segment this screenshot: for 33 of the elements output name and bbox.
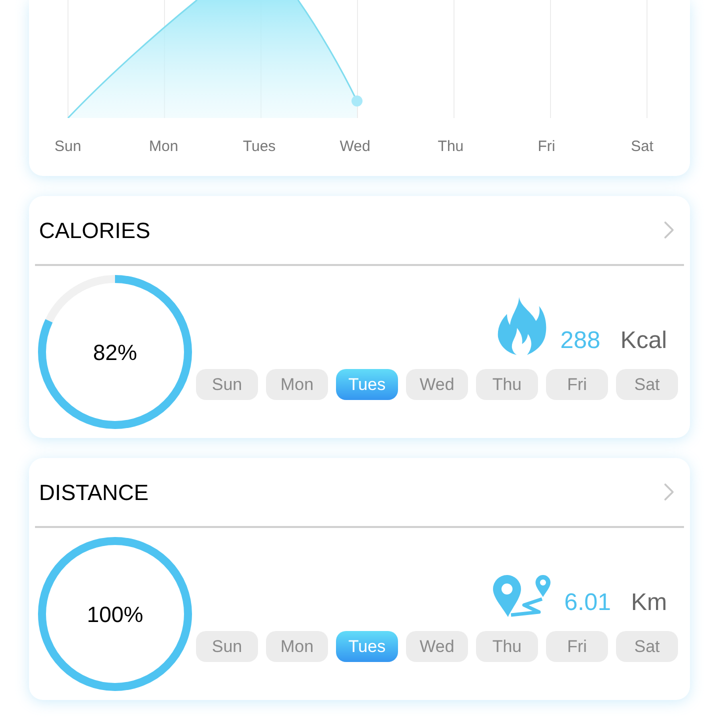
day-label: Sat	[630, 137, 654, 157]
day-button[interactable]: Fri	[546, 369, 608, 400]
data-point	[352, 96, 362, 106]
map-route-icon	[493, 575, 552, 617]
card-title: CALORIES	[39, 216, 150, 244]
day-button[interactable]: Wed	[406, 369, 468, 400]
day-button[interactable]: Tues	[336, 631, 398, 662]
day-button[interactable]: Mon	[266, 631, 328, 662]
day-label: Thu	[438, 137, 464, 157]
flame-icon	[497, 297, 548, 355]
day-label: Sun	[54, 137, 82, 157]
day-button[interactable]: Fri	[546, 631, 608, 662]
ring-track	[45, 275, 116, 323]
day-button[interactable]: Sun	[196, 369, 258, 400]
day-button[interactable]: Mon	[266, 369, 328, 400]
day-label: Mon	[148, 137, 178, 157]
stat-unit: Kcal	[620, 327, 667, 355]
day-button[interactable]: Tues	[336, 369, 398, 400]
stat-value: 6.01	[564, 589, 611, 617]
ring-percent: 82%	[92, 338, 138, 366]
day-button[interactable]: Sat	[616, 369, 678, 400]
day-button[interactable]: Sat	[616, 631, 678, 662]
ring-percent: 100%	[86, 600, 144, 628]
day-button[interactable]: Sun	[196, 631, 258, 662]
stat-unit: Km	[631, 589, 667, 617]
card-title: DISTANCE	[39, 478, 149, 506]
day-label: Wed	[340, 137, 370, 157]
stat-value: 288	[560, 327, 600, 355]
day-button[interactable]: Thu	[476, 631, 538, 662]
day-label: Tues	[242, 137, 276, 157]
day-button[interactable]: Wed	[406, 631, 468, 662]
day-label: Fri	[538, 137, 556, 157]
day-button[interactable]: Thu	[476, 369, 538, 400]
